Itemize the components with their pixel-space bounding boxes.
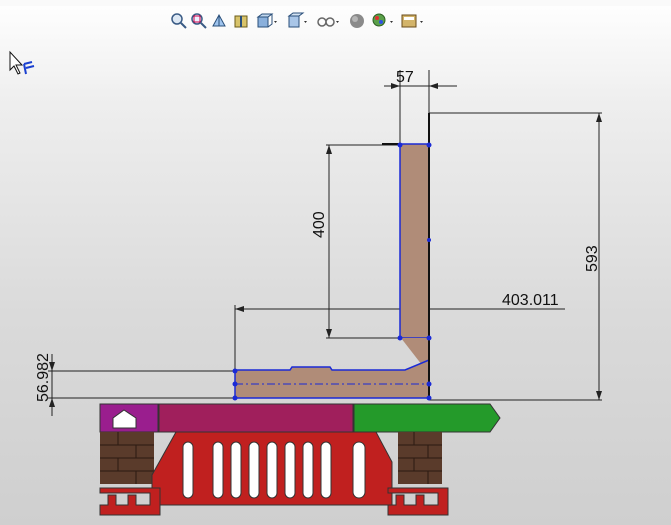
dimension-400-text[interactable]: 400 [311,211,328,238]
red-base-right [387,487,449,516]
dimension-57-text[interactable]: 57 [396,69,414,86]
green-block [353,403,501,433]
dimension-arrow [596,391,602,400]
dimension-403-text[interactable]: 403.011 [502,292,559,309]
brick-block-left [100,432,154,484]
dimension-arrow [596,113,602,122]
dimension-arrow [326,329,332,338]
base-slab-profile [234,358,430,399]
red-base-left [99,487,161,516]
graphics-viewport[interactable]: 57 400 593 403.011 56.982 [0,0,671,525]
magenta-block [158,403,354,433]
vertical-wall-profile [399,143,430,339]
dimension-arrow [429,83,438,89]
brick-block-right [398,432,442,484]
dimension-arrow [326,145,332,154]
dimension-56-text[interactable]: 56.982 [35,353,52,402]
dimension-593-text[interactable]: 593 [584,245,601,272]
dimension-arrow [235,306,244,312]
